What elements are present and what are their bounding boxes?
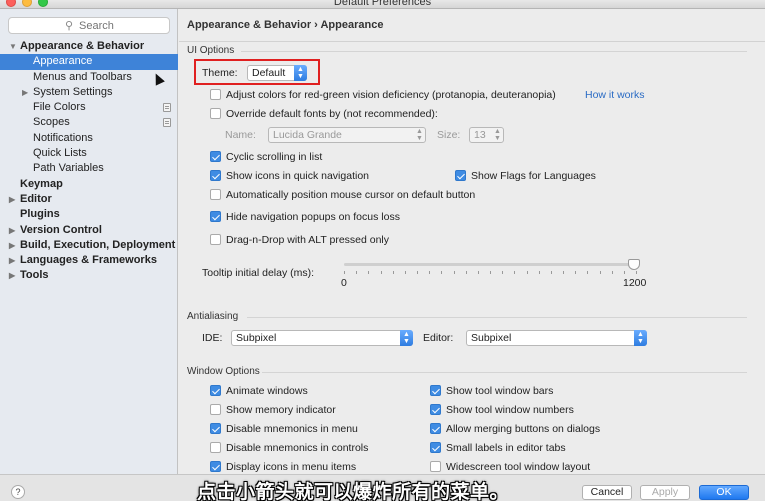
tree-item-file-colors[interactable]: File Colors [0, 100, 178, 115]
video-subtitle: 点击小箭头就可以爆炸所有的菜单。 [197, 481, 510, 501]
chevron-updown-icon: ▲ ▼ [294, 65, 307, 81]
tree-item-appearance-behavior[interactable]: ▼ Appearance & Behavior [0, 39, 178, 54]
theme-select[interactable]: Default ▲ ▼ [247, 65, 307, 81]
tree-item-notifications[interactable]: Notifications [0, 131, 178, 146]
slider-tick [563, 271, 564, 274]
title-bar: Default Preferences [0, 0, 765, 9]
breadcrumb-divider [179, 41, 765, 42]
slider-tick [636, 271, 637, 274]
chevron-updown-icon: ▲ ▼ [416, 128, 423, 142]
group-title-antialiasing: Antialiasing [187, 311, 239, 322]
slider-tick [417, 271, 418, 274]
font-size-label: Size: [437, 129, 461, 141]
slider-tick [624, 271, 625, 274]
search-box[interactable]: ⚲ [8, 17, 170, 34]
slider-thumb[interactable] [628, 259, 640, 270]
tree-item-system-settings[interactable]: ▶ System Settings [0, 85, 178, 100]
tree-item-editor[interactable]: ▶ Editor [0, 192, 178, 207]
group-divider [241, 51, 747, 52]
slider-tick [454, 271, 455, 274]
search-icon: ⚲ [65, 20, 74, 32]
how-it-works-link[interactable]: How it works [585, 89, 645, 101]
font-size-select[interactable]: 13 ▲ ▼ [469, 127, 504, 143]
chevron-updown-icon: ▲ ▼ [494, 128, 501, 142]
slider-tick [441, 271, 442, 274]
tree-item-appearance[interactable]: Appearance [0, 54, 178, 70]
tree-item-quick-lists[interactable]: Quick Lists [0, 146, 178, 161]
ok-button[interactable]: OK [699, 485, 749, 500]
chevron-updown-icon: ▲ ▼ [400, 330, 413, 346]
slider-tick [514, 271, 515, 274]
slider-max-label: 1200 [623, 277, 647, 289]
slider-tick [466, 271, 467, 274]
slider-tick [502, 271, 503, 274]
tree-item-scopes[interactable]: Scopes [0, 115, 178, 130]
slider-tick [600, 271, 601, 274]
group-title-window-options: Window Options [187, 366, 260, 377]
slider-tick [527, 271, 528, 274]
ide-antialiasing-select[interactable]: Subpixel ▲ ▼ [231, 330, 413, 346]
tree-item-tools[interactable]: ▶ Tools [0, 268, 178, 283]
theme-label: Theme: [202, 67, 238, 79]
tree-item-version-control[interactable]: ▶ Version Control [0, 223, 178, 238]
slider-tick [368, 271, 369, 274]
tree-item-languages-frameworks[interactable]: ▶ Languages & Frameworks [0, 253, 178, 268]
font-name-select[interactable]: Lucida Grande ▲ ▼ [268, 127, 426, 143]
tree-item-keymap[interactable]: Keymap [0, 177, 178, 192]
expand-right-icon[interactable]: ▶ [9, 223, 15, 238]
tree-item-build-execution-deployment[interactable]: ▶ Build, Execution, Deployment [0, 238, 178, 253]
group-title-ui-options: UI Options [187, 45, 235, 56]
slider-tick [478, 271, 479, 274]
cancel-button[interactable]: Cancel [582, 485, 632, 500]
search-input[interactable] [79, 19, 164, 32]
expand-right-icon[interactable]: ▶ [9, 253, 15, 268]
project-level-icon [163, 118, 171, 128]
ide-label: IDE: [202, 332, 223, 344]
expand-right-icon[interactable]: ▶ [9, 268, 15, 283]
slider-tick [539, 271, 540, 274]
slider-tick [393, 271, 394, 274]
editor-label: Editor: [423, 332, 454, 344]
group-divider [247, 317, 747, 318]
settings-content-panel: Appearance & Behavior › Appearance UI Op… [179, 9, 765, 474]
help-button[interactable]: ? [11, 485, 25, 499]
group-divider [262, 372, 747, 373]
slider-min-label: 0 [341, 277, 347, 289]
slider-tick [587, 271, 588, 274]
window-title: Default Preferences [333, 0, 432, 8]
tooltip-delay-label: Tooltip initial delay (ms): [202, 267, 315, 279]
expand-right-icon[interactable]: ▶ [9, 192, 15, 207]
editor-antialiasing-select[interactable]: Subpixel ▲ ▼ [466, 330, 647, 346]
slider-tick [405, 271, 406, 274]
slider-tick [551, 271, 552, 274]
slider-tick [429, 271, 430, 274]
tooltip-delay-slider[interactable] [344, 263, 636, 266]
project-level-icon [163, 103, 171, 113]
tree-item-path-variables[interactable]: Path Variables [0, 161, 178, 176]
breadcrumb: Appearance & Behavior › Appearance [187, 19, 384, 31]
slider-tick [612, 271, 613, 274]
expand-right-icon[interactable]: ▶ [22, 85, 28, 100]
expand-right-icon[interactable]: ▶ [9, 238, 15, 253]
slider-tick [381, 271, 382, 274]
settings-sidebar: ⚲ ▼ Appearance & Behavior Appearance Men… [0, 9, 178, 474]
slider-tick [575, 271, 576, 274]
apply-button[interactable]: Apply [640, 485, 690, 500]
tree-item-plugins[interactable]: Plugins [0, 207, 178, 222]
font-name-label: Name: [225, 129, 256, 141]
slider-tick [356, 271, 357, 274]
slider-tick [490, 271, 491, 274]
expand-down-icon[interactable]: ▼ [9, 39, 17, 54]
chevron-updown-icon: ▲ ▼ [634, 330, 647, 346]
slider-tick [344, 271, 345, 274]
